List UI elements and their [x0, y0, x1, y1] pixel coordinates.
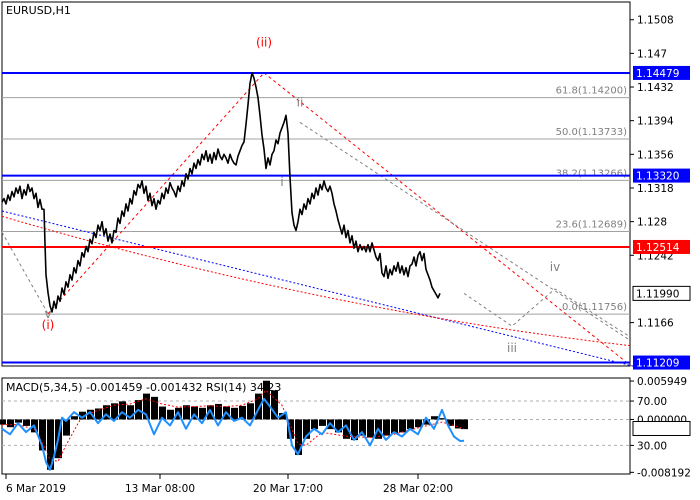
indicator-current-box — [632, 420, 691, 436]
main-chart-title: EURUSD,H1 — [6, 4, 71, 17]
macd-histogram-bar — [95, 408, 102, 420]
wave-label: (ii) — [256, 35, 272, 49]
fib-level-label: 61.8(1.14200) — [556, 86, 628, 97]
macd-histogram-bar — [383, 419, 390, 436]
wave-label: i — [280, 175, 283, 189]
macd-histogram-bar — [431, 416, 438, 420]
indicator-axis-label: 70.00 — [637, 396, 667, 408]
macd-histogram-bar — [319, 419, 326, 426]
fib-level-label: 50.0(1.13733) — [556, 127, 628, 138]
price-axis-label: 1.147 — [637, 48, 667, 60]
macd-histogram-bar — [15, 419, 22, 423]
price-axis-label: 1.1318 — [637, 183, 674, 195]
wave-label: ii — [297, 96, 304, 110]
macd-histogram-bar — [407, 419, 414, 430]
indicator-title: MACD(5,34,5) -0.001459 -0.001432 RSI(14)… — [6, 381, 281, 394]
time-axis-label: 6 Mar 2019 — [6, 483, 66, 495]
macd-histogram-bar — [461, 419, 468, 430]
macd-histogram-bar — [367, 419, 374, 438]
time-axis-label: 20 Mar 17:00 — [253, 483, 323, 495]
eurusd-h1-chart: EURUSD,H1 MACD(5,34,5) -0.001459 -0.0014… — [0, 0, 700, 500]
wave-label: iv — [550, 260, 560, 274]
price-axis-label: 1.1356 — [637, 149, 674, 161]
price-label-text: 1.13320 — [636, 171, 679, 183]
macd-histogram-bar — [151, 396, 158, 420]
time-axis-label: 13 Mar 08:00 — [125, 483, 195, 495]
macd-histogram-bar — [7, 419, 14, 428]
indicator-axis-label: -0.008192 — [637, 467, 691, 479]
macd-histogram-bar — [0, 419, 6, 425]
macd-histogram-bar — [167, 409, 174, 420]
price-label-text: 1.14479 — [636, 68, 679, 80]
price-label-text: 1.11209 — [636, 358, 679, 370]
fib-level-label: 23.6(1.12689) — [556, 219, 628, 230]
macd-histogram-bar — [23, 419, 30, 426]
fib-level-label: 38.2(1.13266) — [556, 168, 628, 179]
price-axis-label: 1.1166 — [637, 318, 674, 330]
price-label-text: 1.12514 — [636, 242, 680, 254]
indicator-axis-label: 30.00 — [637, 440, 667, 452]
time-axis-label: 28 Mar 02:00 — [383, 483, 453, 495]
wave-label: iii — [507, 341, 517, 355]
indicator-axis-label: 0.005949 — [637, 376, 687, 388]
wave-label: v — [44, 307, 51, 321]
fib-level-label: 0.0(1.11756) — [562, 302, 627, 313]
current-price-label: 1.11990 — [636, 288, 679, 300]
macd-histogram-bar — [311, 419, 318, 430]
price-axis-label: 1.1432 — [637, 82, 674, 94]
macd-histogram-bar — [247, 403, 254, 420]
price-axis-label: 1.1508 — [637, 15, 674, 27]
macd-histogram-bar — [71, 416, 78, 420]
price-axis-label: 1.1394 — [637, 116, 674, 128]
price-axis-label: 1.128 — [637, 217, 667, 229]
macd-histogram-bar — [399, 419, 406, 433]
